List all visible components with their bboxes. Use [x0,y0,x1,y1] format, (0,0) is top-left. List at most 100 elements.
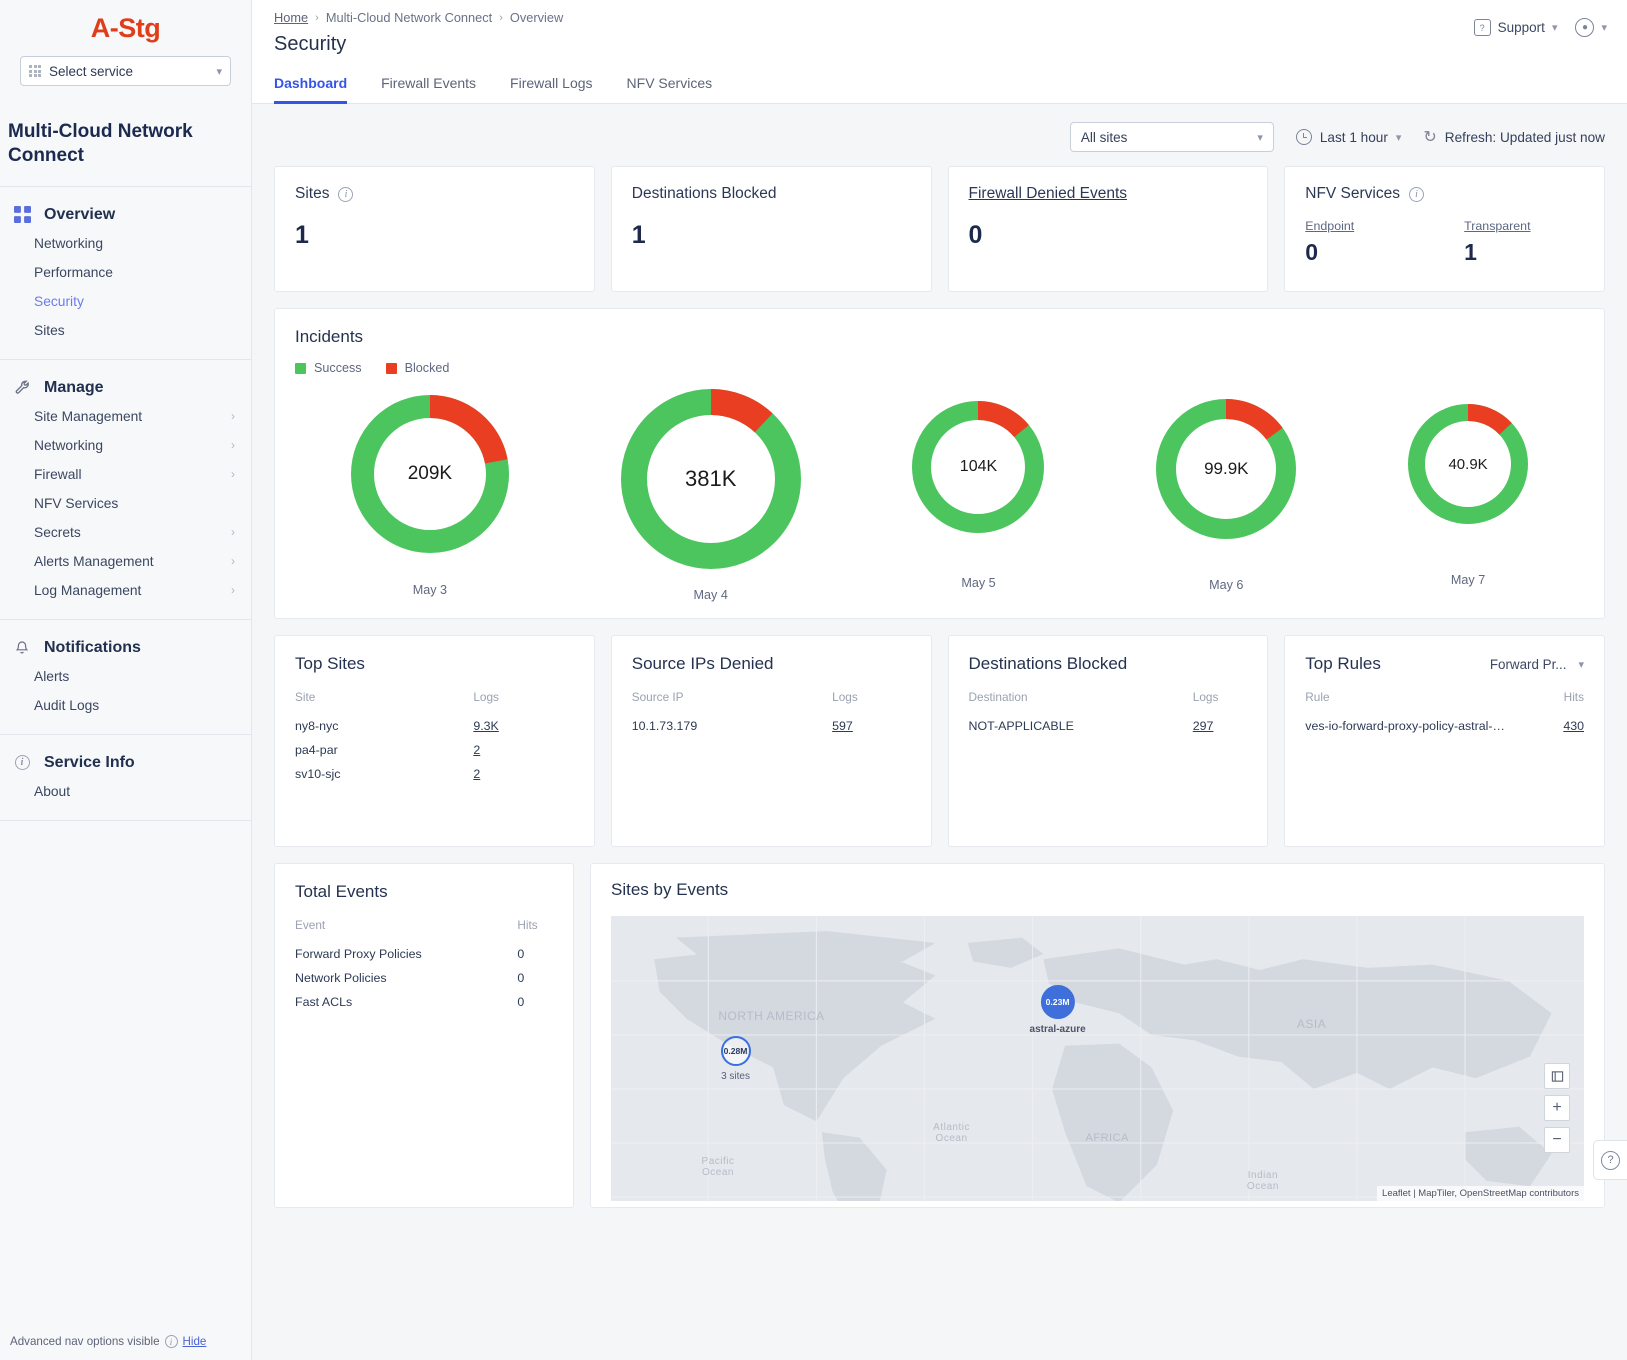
incidents-donut[interactable]: 99.9KMay 6 [1156,399,1296,592]
top-sites-title: Top Sites [295,654,365,674]
table-row: pa4-par 2 [295,738,574,762]
donut-date-label: May 7 [1451,573,1485,587]
service-selector[interactable]: Select service ▾ [20,56,231,86]
breadcrumb-overview[interactable]: Overview [510,10,563,25]
sidebar-item-alerts-management[interactable]: Alerts Management › [0,547,251,576]
destinations-blocked-header: Destinations Blocked [969,654,1248,674]
source-ips-table: Source IP Logs 10.1.73.179 597 [632,690,911,738]
tab-dashboard[interactable]: Dashboard [274,62,347,104]
incidents-donut[interactable]: 40.9K May 7 [1408,404,1528,587]
top-rules-table: Rule Hits ves-io-forward-proxy-policy-as… [1305,690,1584,738]
table-row: Network Policies 0 [295,966,553,990]
chevron-right-icon: › [231,525,235,539]
top-sites-card: Top Sites Site Logs ny8-nyc 9.3K [274,635,595,847]
chevron-down-icon: ▾ [1578,658,1584,671]
cell-logs[interactable]: 597 [832,714,910,738]
sidebar-item-log-management[interactable]: Log Management › [0,576,251,605]
logs-link[interactable]: 297 [1193,719,1214,733]
tab-firewall-events[interactable]: Firewall Events [381,62,476,104]
sidebar-item-networking[interactable]: Networking [0,229,251,258]
table-row: Fast ACLs 0 [295,990,553,1014]
cell-logs[interactable]: 9.3K [473,714,573,738]
breadcrumb-product[interactable]: Multi-Cloud Network Connect [326,10,492,25]
incidents-card: Incidents Success Blocked 209KMay 3381KM… [274,308,1605,619]
tab-label: NFV Services [627,75,713,91]
map-zoom-in-button[interactable]: + [1544,1095,1570,1121]
refresh-button[interactable]: ↻ Refresh: Updated just now [1423,127,1605,147]
refresh-icon: ↻ [1423,127,1436,147]
breadcrumb-home[interactable]: Home [274,10,308,25]
top-rules-dropdown[interactable]: Forward Pr... ▾ [1490,657,1584,672]
nfv-transparent-label[interactable]: Transparent [1464,219,1530,233]
stat-card-title[interactable]: Firewall Denied Events [969,185,1248,203]
map-container[interactable]: NORTH AMERICAASIAAFRICAAtlantic OceanPac… [611,916,1584,1201]
sidebar-item-site-management[interactable]: Site Management › [0,402,251,431]
sidebar-item-manage-networking[interactable]: Networking › [0,431,251,460]
support-button[interactable]: ? Support ▾ [1474,19,1558,36]
incidents-donut[interactable]: 209KMay 3 [351,395,509,597]
tab-label: Firewall Events [381,75,476,91]
sidebar-item-sites[interactable]: Sites [0,316,251,345]
grid-icon [29,65,41,77]
sidebar-item-alerts[interactable]: Alerts [0,662,251,691]
site-filter-select[interactable]: All sites ▾ [1070,122,1274,152]
cell-event: Network Policies [295,966,517,990]
sidebar-item-label: Performance [34,265,113,280]
time-range-selector[interactable]: Last 1 hour ▾ [1296,129,1402,145]
incidents-donut[interactable]: 104KMay 5 [912,401,1044,590]
map-zoom-out-button[interactable]: − [1544,1127,1570,1153]
sites-by-events-card: Sites by Events [590,863,1605,1208]
sidebar-item-firewall[interactable]: Firewall › [0,460,251,489]
cell-logs[interactable]: 2 [473,762,573,786]
map-attribution: Leaflet | MapTiler, OpenStreetMap contri… [1377,1186,1584,1201]
tab-nfv-services[interactable]: NFV Services [627,62,713,104]
sidebar-item-nfv-services[interactable]: NFV Services [0,489,251,518]
nav-header-service-info[interactable]: i Service Info [0,749,251,777]
hits-link[interactable]: 430 [1563,719,1584,733]
nav-header-notifications[interactable]: Notifications [0,634,251,662]
cell-logs[interactable]: 2 [473,738,573,762]
cell-hits[interactable]: 430 [1558,714,1584,738]
tab-firewall-logs[interactable]: Firewall Logs [510,62,592,104]
sidebar-item-secrets[interactable]: Secrets › [0,518,251,547]
nfv-endpoint-label[interactable]: Endpoint [1305,219,1354,233]
table-row: ny8-nyc 9.3K [295,714,574,738]
logs-link[interactable]: 597 [832,719,853,733]
chevron-down-icon: ▾ [1396,131,1402,144]
hide-nav-button[interactable]: Hide [183,1335,207,1348]
user-account-button[interactable]: ● ▾ [1575,18,1607,37]
sidebar-item-label: Networking [34,438,103,453]
map-label: Indian Ocean [1247,1170,1279,1192]
logs-link[interactable]: 9.3K [473,719,499,733]
sidebar-item-audit-logs[interactable]: Audit Logs [0,691,251,720]
cell-source-ip: 10.1.73.179 [632,714,832,738]
help-button[interactable]: ? [1593,1140,1627,1180]
sidebar-item-label: Log Management [34,583,141,598]
dashboard-grid: Sites i 1 Destinations Blocked 1 Firewal… [252,166,1627,1244]
column-header-event: Event [295,918,517,942]
marker-bubble: 0.23M [1041,985,1075,1019]
legend-swatch [386,363,397,374]
cell-logs[interactable]: 297 [1193,714,1247,738]
sidebar-item-about[interactable]: About [0,777,251,806]
stat-card-sites: Sites i 1 [274,166,595,292]
map-site-marker[interactable]: 0.28M3 sites [721,1036,751,1082]
sidebar-item-security[interactable]: Security [0,287,251,316]
donut-center-value: 40.9K [1408,404,1528,524]
column-header-site: Site [295,690,473,714]
stat-card-nfv-services: NFV Services i Endpoint 0 Transparent 1 [1284,166,1605,292]
sidebar-footer: Advanced nav options visible i Hide [0,1323,252,1360]
sidebar-item-performance[interactable]: Performance [0,258,251,287]
logs-link[interactable]: 2 [473,767,480,781]
donut-date-label: May 3 [413,583,447,597]
info-icon[interactable]: i [1409,187,1424,202]
logs-link[interactable]: 2 [473,743,480,757]
info-icon[interactable]: i [338,187,353,202]
map-site-marker[interactable]: 0.23Mastral-azure [1030,985,1086,1035]
map-label: Atlantic Ocean [933,1122,970,1144]
map-fit-button[interactable] [1544,1063,1570,1089]
total-events-table: Event Hits Forward Proxy Policies 0 Netw… [295,918,553,1014]
nav-header-manage[interactable]: Manage [0,374,251,402]
incidents-donut[interactable]: 381KMay 4 [621,389,801,602]
nav-header-overview[interactable]: Overview [0,201,251,229]
